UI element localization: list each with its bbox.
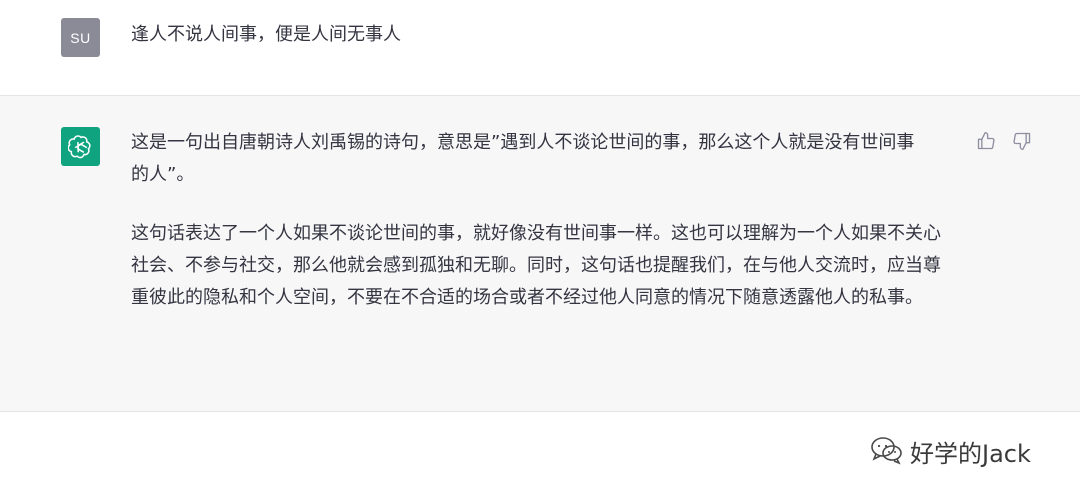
user-message-row: SU 逢人不说人间事，便是人间无事人	[0, 0, 1080, 96]
thumbs-down-icon[interactable]	[1011, 130, 1033, 152]
openai-logo-icon	[61, 127, 100, 166]
assistant-paragraph-2: 这句话表达了一个人如果不谈论世间的事，就好像没有世间事一样。这也可以理解为一个人…	[131, 223, 941, 308]
user-avatar: SU	[61, 18, 100, 57]
feedback-buttons	[975, 130, 1033, 152]
wechat-icon	[870, 435, 904, 469]
assistant-message-row: 这是一句出自唐朝诗人刘禹锡的诗句，意思是”遇到人不谈论世间的事，那么这个人就是没…	[0, 96, 1080, 412]
watermark-text: 好学的Jack	[910, 440, 1031, 468]
thumbs-up-icon[interactable]	[975, 130, 997, 152]
assistant-paragraph-1: 这是一句出自唐朝诗人刘禹锡的诗句，意思是”遇到人不谈论世间的事，那么这个人就是没…	[131, 132, 915, 185]
user-message-text: 逢人不说人间事，便是人间无事人	[131, 24, 401, 45]
assistant-message-text: 这是一句出自唐朝诗人刘禹锡的诗句，意思是”遇到人不谈论世间的事，那么这个人就是没…	[131, 127, 961, 341]
watermark: 好学的Jack	[870, 434, 1031, 469]
